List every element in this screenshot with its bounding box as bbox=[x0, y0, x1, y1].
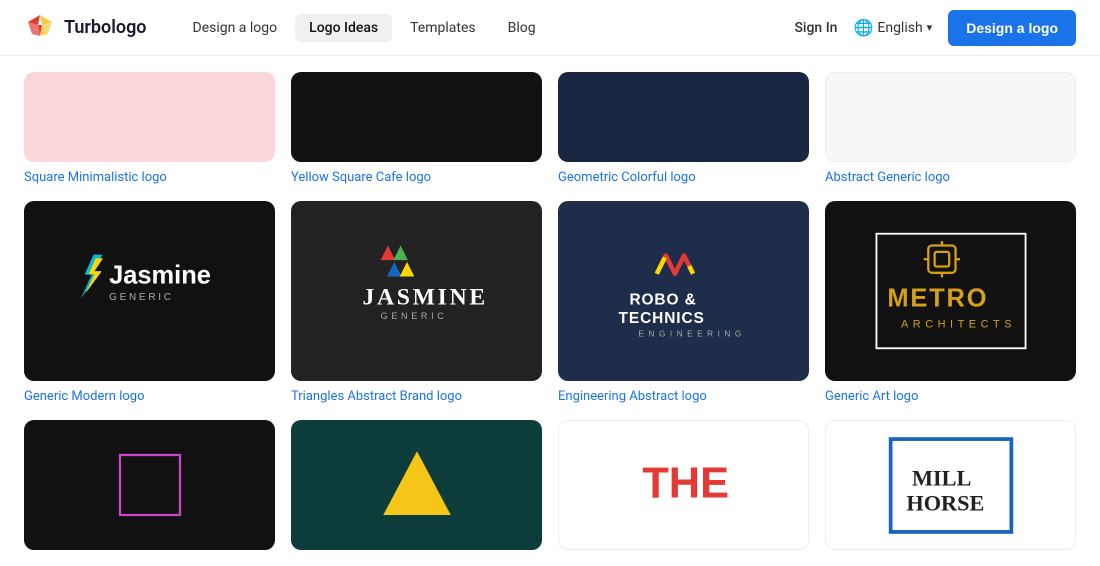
logo-thumbnail-partial-2[interactable] bbox=[291, 420, 542, 550]
svg-text:ENGINEERING: ENGINEERING bbox=[638, 329, 745, 338]
metro-architects-logo-svg: METRO ARCHITECTS bbox=[851, 221, 1051, 361]
jasmine-dark-logo-svg: Jasmine GENERIC bbox=[50, 236, 250, 346]
turbologo-icon bbox=[24, 12, 56, 44]
logo-title-abstract-generic[interactable]: Abstract Generic logo bbox=[825, 170, 1076, 185]
logo-card-yellow-square: Yellow Square Cafe logo bbox=[291, 72, 542, 185]
svg-text:Jasmine: Jasmine bbox=[109, 262, 211, 290]
main-header: Turbologo Design a logo Logo Ideas Templ… bbox=[0, 0, 1100, 56]
partial-3-svg: THE bbox=[634, 435, 734, 535]
logo-thumbnail-yellow-square[interactable] bbox=[291, 72, 542, 162]
logo-card-geometric: Geometric Colorful logo bbox=[558, 72, 809, 185]
logo-title-triangles-abstract[interactable]: Triangles Abstract Brand logo bbox=[291, 389, 542, 404]
logo-card-square-minimalistic: Square Minimalistic logo bbox=[24, 72, 275, 185]
brand-name: Turbologo bbox=[64, 17, 147, 38]
nav-logo-ideas[interactable]: Logo Ideas bbox=[295, 14, 392, 42]
robo-technics-logo-svg: ROBO & TECHNICS ENGINEERING bbox=[584, 231, 784, 351]
brand-logo[interactable]: Turbologo bbox=[24, 12, 147, 44]
main-nav: Design a logo Logo Ideas Templates Blog bbox=[179, 14, 795, 42]
logo-card-partial-2 bbox=[291, 420, 542, 550]
partial-2-svg bbox=[372, 440, 462, 530]
logo-grid: Square Minimalistic logo Yellow Square C… bbox=[24, 72, 1076, 550]
logo-card-partial-3: THE bbox=[558, 420, 809, 550]
logo-card-partial-1 bbox=[24, 420, 275, 550]
logo-thumbnail-generic-modern[interactable]: Jasmine GENERIC bbox=[24, 201, 275, 381]
svg-text:METRO: METRO bbox=[887, 284, 988, 312]
logo-card-engineering: ROBO & TECHNICS ENGINEERING Engineering … bbox=[558, 201, 809, 404]
language-selector[interactable]: 🌐 English ▾ bbox=[853, 18, 932, 37]
globe-icon: 🌐 bbox=[853, 18, 873, 37]
logo-card-triangles-abstract: JASMINE GENERIC Triangles Abstract Brand… bbox=[291, 201, 542, 404]
svg-text:JASMINE: JASMINE bbox=[362, 285, 487, 311]
partial-1-svg bbox=[105, 440, 195, 530]
svg-text:THE: THE bbox=[642, 460, 729, 508]
svg-text:ARCHITECTS: ARCHITECTS bbox=[901, 318, 1016, 330]
logo-card-generic-modern: Jasmine GENERIC Generic Modern logo bbox=[24, 201, 275, 404]
logo-title-generic-art[interactable]: Generic Art logo bbox=[825, 389, 1076, 404]
nav-templates[interactable]: Templates bbox=[396, 14, 490, 42]
logo-thumbnail-generic-art[interactable]: METRO ARCHITECTS bbox=[825, 201, 1076, 381]
partial-4-svg: MILL HORSE bbox=[886, 433, 1016, 538]
nav-design-logo[interactable]: Design a logo bbox=[179, 14, 292, 42]
logo-title-square-minimalistic[interactable]: Square Minimalistic logo bbox=[24, 170, 275, 185]
logo-card-generic-art: METRO ARCHITECTS Generic Art logo bbox=[825, 201, 1076, 404]
svg-text:MILL: MILL bbox=[912, 465, 971, 490]
logo-thumbnail-geometric[interactable] bbox=[558, 72, 809, 162]
logo-thumbnail-abstract-generic[interactable] bbox=[825, 72, 1076, 162]
header-actions: Sign In 🌐 English ▾ Design a logo bbox=[794, 10, 1076, 46]
jasmine-generic-logo-svg: JASMINE GENERIC bbox=[317, 231, 517, 351]
language-label: English bbox=[877, 20, 922, 36]
logo-title-engineering[interactable]: Engineering Abstract logo bbox=[558, 389, 809, 404]
svg-text:HORSE: HORSE bbox=[906, 490, 984, 515]
svg-text:TECHNICS: TECHNICS bbox=[618, 310, 704, 327]
design-logo-button[interactable]: Design a logo bbox=[948, 10, 1076, 46]
svg-text:ROBO &: ROBO & bbox=[629, 292, 696, 309]
svg-text:GENERIC: GENERIC bbox=[109, 292, 174, 303]
logo-card-partial-4: MILL HORSE bbox=[825, 420, 1076, 550]
logo-thumbnail-partial-1[interactable] bbox=[24, 420, 275, 550]
logo-title-generic-modern[interactable]: Generic Modern logo bbox=[24, 389, 275, 404]
logo-thumbnail-partial-3[interactable]: THE bbox=[558, 420, 809, 550]
logo-title-yellow-square[interactable]: Yellow Square Cafe logo bbox=[291, 170, 542, 185]
main-content: Square Minimalistic logo Yellow Square C… bbox=[0, 56, 1100, 566]
svg-text:GENERIC: GENERIC bbox=[380, 311, 447, 321]
chevron-down-icon: ▾ bbox=[927, 21, 933, 34]
nav-blog[interactable]: Blog bbox=[494, 14, 550, 42]
logo-thumbnail-partial-4[interactable]: MILL HORSE bbox=[825, 420, 1076, 550]
sign-in-button[interactable]: Sign In bbox=[794, 20, 837, 36]
logo-thumbnail-triangles-abstract[interactable]: JASMINE GENERIC bbox=[291, 201, 542, 381]
logo-card-abstract-generic: Abstract Generic logo bbox=[825, 72, 1076, 185]
logo-title-geometric[interactable]: Geometric Colorful logo bbox=[558, 170, 809, 185]
logo-thumbnail-square-minimalistic[interactable] bbox=[24, 72, 275, 162]
logo-thumbnail-engineering[interactable]: ROBO & TECHNICS ENGINEERING bbox=[558, 201, 809, 381]
